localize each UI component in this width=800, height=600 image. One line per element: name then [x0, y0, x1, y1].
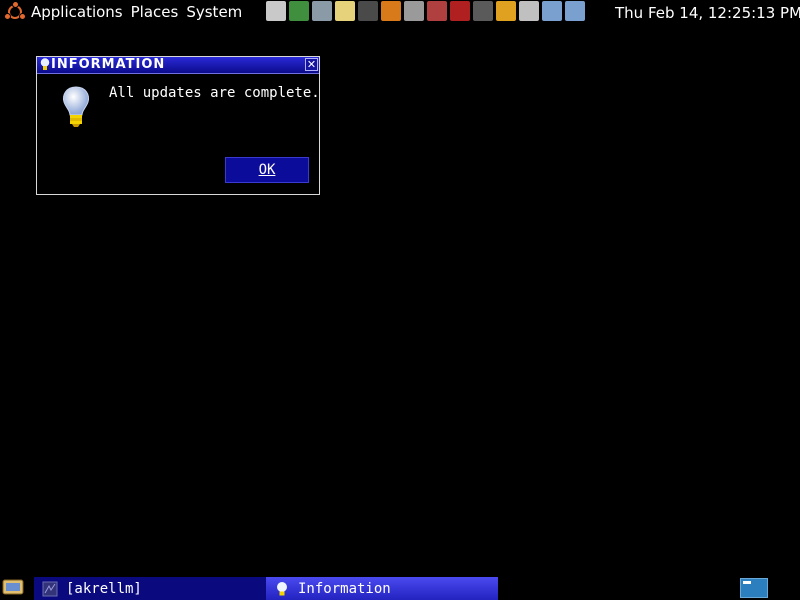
ubuntu-logo-icon[interactable]	[4, 1, 26, 22]
top-panel: Applications Places System Thu Feb 14, 1…	[0, 0, 800, 24]
chat-icon[interactable]	[312, 1, 332, 21]
lightbulb-icon	[63, 86, 89, 127]
headphones-icon[interactable]	[473, 1, 493, 21]
information-dialog: INFORMATION ✕ All updates are complete. …	[36, 56, 320, 195]
lightbulb-icon	[277, 581, 287, 595]
launcher-tray	[266, 1, 588, 21]
clock[interactable]: Thu Feb 14, 12:25:13 PM	[615, 4, 800, 22]
dialog-message: All updates are complete.	[109, 85, 320, 101]
dialog-titlebar[interactable]: INFORMATION ✕	[37, 57, 319, 74]
akrellm-icon	[42, 581, 58, 596]
text-editor-icon[interactable]	[335, 1, 355, 21]
ok-button[interactable]: OK	[225, 157, 309, 183]
bottom-panel: [akrellm] Information	[0, 576, 800, 600]
web-browser-icon[interactable]	[289, 1, 309, 21]
cancel-icon[interactable]	[496, 1, 516, 21]
audio-player-icon[interactable]	[381, 1, 401, 21]
terminal-icon[interactable]	[358, 1, 378, 21]
taskbar-item-label: Information	[298, 580, 391, 597]
network-monitor-icon[interactable]	[542, 1, 562, 21]
package-icon[interactable]	[427, 1, 447, 21]
dialog-title: INFORMATION	[51, 57, 166, 72]
help-book-icon[interactable]	[450, 1, 470, 21]
workspace-window-thumb	[743, 581, 751, 584]
taskbar-item-akrellm[interactable]: [akrellm]	[34, 577, 266, 600]
keyboard-icon[interactable]	[519, 1, 539, 21]
close-button[interactable]: ✕	[305, 58, 318, 71]
applications-menu[interactable]: Applications	[31, 3, 123, 21]
show-desktop-icon[interactable]	[2, 578, 24, 596]
taskbar-item-label: [akrellm]	[66, 580, 142, 597]
lightbulb-icon	[40, 58, 50, 70]
workspace-switcher[interactable]	[740, 578, 768, 598]
system-menu[interactable]: System	[186, 3, 242, 21]
taskbar-item-information[interactable]: Information	[266, 577, 498, 600]
screenshot-icon[interactable]	[266, 1, 286, 21]
media-device-icon[interactable]	[404, 1, 424, 21]
network-connections-icon[interactable]	[565, 1, 585, 21]
places-menu[interactable]: Places	[131, 3, 179, 21]
